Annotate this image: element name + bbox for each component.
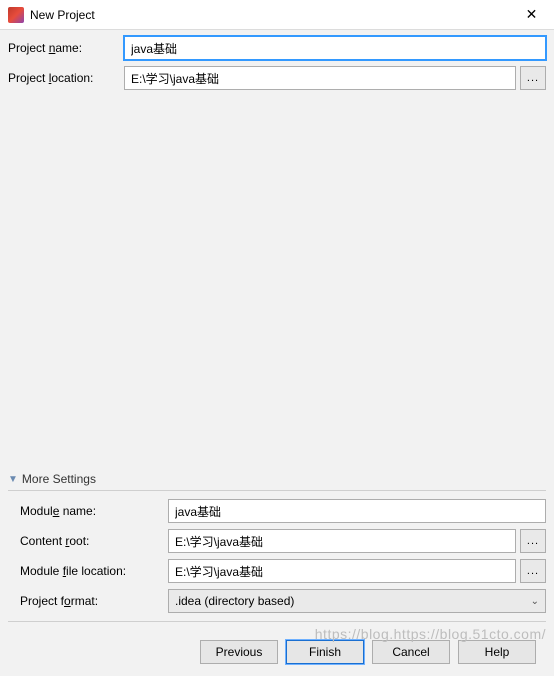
window-title: New Project bbox=[30, 8, 509, 22]
module-name-row: Module name: bbox=[20, 499, 546, 523]
ellipsis-icon: ... bbox=[527, 536, 539, 547]
more-settings-toggle[interactable]: ▼ More Settings bbox=[8, 472, 546, 486]
separator-bottom bbox=[8, 621, 546, 622]
module-file-location-input[interactable] bbox=[168, 559, 516, 583]
titlebar: New Project ✕ bbox=[0, 0, 554, 30]
ellipsis-icon: ... bbox=[527, 73, 539, 84]
spacer bbox=[8, 96, 546, 468]
finish-button[interactable]: Finish bbox=[286, 640, 364, 664]
close-icon: ✕ bbox=[526, 6, 538, 23]
project-name-row: Project name: bbox=[8, 36, 546, 60]
collapse-icon: ▼ bbox=[8, 474, 18, 485]
project-location-browse-button[interactable]: ... bbox=[520, 66, 546, 90]
project-format-value: .idea (directory based) bbox=[175, 594, 294, 608]
more-settings-label: More Settings bbox=[22, 472, 96, 486]
module-file-location-browse-button[interactable]: ... bbox=[520, 559, 546, 583]
module-name-label: Module name: bbox=[20, 504, 168, 518]
project-name-label: Project name: bbox=[8, 41, 124, 55]
content-root-browse-button[interactable]: ... bbox=[520, 529, 546, 553]
more-settings-block: Module name: Content root: ... Module fi… bbox=[8, 499, 546, 619]
content-root-label: Content root: bbox=[20, 534, 168, 548]
content-root-input[interactable] bbox=[168, 529, 516, 553]
project-location-label: Project location: bbox=[8, 71, 124, 85]
content-area: Project name: Project location: ... ▼ Mo… bbox=[0, 30, 554, 676]
project-location-row: Project location: ... bbox=[8, 66, 546, 90]
close-button[interactable]: ✕ bbox=[509, 0, 554, 30]
project-name-input[interactable] bbox=[124, 36, 546, 60]
chevron-down-icon: ⌄ bbox=[531, 596, 539, 607]
app-icon bbox=[8, 7, 24, 23]
project-format-label: Project format: bbox=[20, 594, 168, 608]
separator bbox=[8, 490, 546, 491]
help-button[interactable]: Help bbox=[458, 640, 536, 664]
button-bar: Previous Finish Cancel Help bbox=[8, 630, 546, 676]
project-format-row: Project format: .idea (directory based) … bbox=[20, 589, 546, 613]
module-name-input[interactable] bbox=[168, 499, 546, 523]
module-file-location-label: Module file location: bbox=[20, 564, 168, 578]
previous-button[interactable]: Previous bbox=[200, 640, 278, 664]
project-location-input[interactable] bbox=[124, 66, 516, 90]
ellipsis-icon: ... bbox=[527, 566, 539, 577]
module-file-location-row: Module file location: ... bbox=[20, 559, 546, 583]
cancel-button[interactable]: Cancel bbox=[372, 640, 450, 664]
content-root-row: Content root: ... bbox=[20, 529, 546, 553]
project-format-select[interactable]: .idea (directory based) ⌄ bbox=[168, 589, 546, 613]
